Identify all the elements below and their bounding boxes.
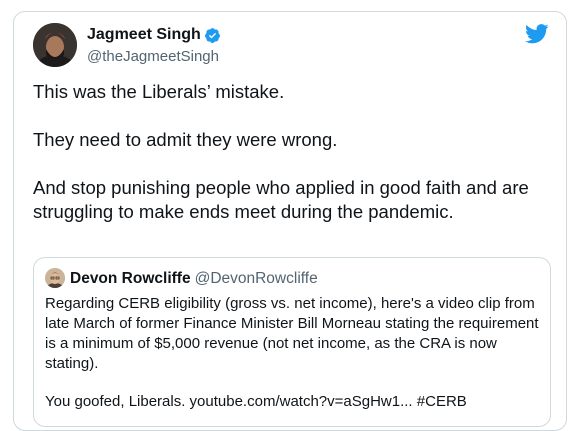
author-name[interactable]: Jagmeet Singh (87, 26, 201, 44)
quoted-author-handle[interactable]: @DevonRowcliffe (195, 270, 318, 287)
tweet-text: This was the Liberals’ mistake. They nee… (33, 80, 553, 224)
quoted-author-avatar[interactable] (45, 268, 65, 288)
quoted-author-name[interactable]: Devon Rowcliffe (70, 270, 191, 287)
author-name-row: Jagmeet Singh (87, 26, 221, 44)
tweet-paragraph: This was the Liberals’ mistake. (33, 81, 285, 102)
quoted-tweet-text: Regarding CERB eligibility (gross vs. ne… (45, 294, 545, 412)
verified-badge-icon (204, 27, 220, 43)
tweet-card[interactable]: Jagmeet Singh @theJagmeetSingh This was … (13, 11, 567, 431)
quoted-paragraph: Regarding CERB eligibility (gross vs. ne… (45, 295, 539, 372)
tweet-paragraph: They need to admit they were wrong. (33, 129, 338, 150)
avatar-image (33, 23, 77, 67)
quoted-author-header: Devon Rowcliffe @DevonRowcliffe (70, 270, 318, 288)
quoted-avatar-image (45, 268, 65, 288)
quoted-tweet[interactable]: Devon Rowcliffe @DevonRowcliffe Regarding… (33, 257, 551, 427)
author-handle[interactable]: @theJagmeetSingh (87, 48, 219, 65)
tweet-paragraph: And stop punishing people who applied in… (33, 177, 529, 222)
twitter-bird-icon[interactable] (525, 24, 549, 44)
author-avatar[interactable] (33, 23, 77, 67)
quoted-paragraph: You goofed, Liberals. youtube.com/watch?… (45, 393, 467, 410)
